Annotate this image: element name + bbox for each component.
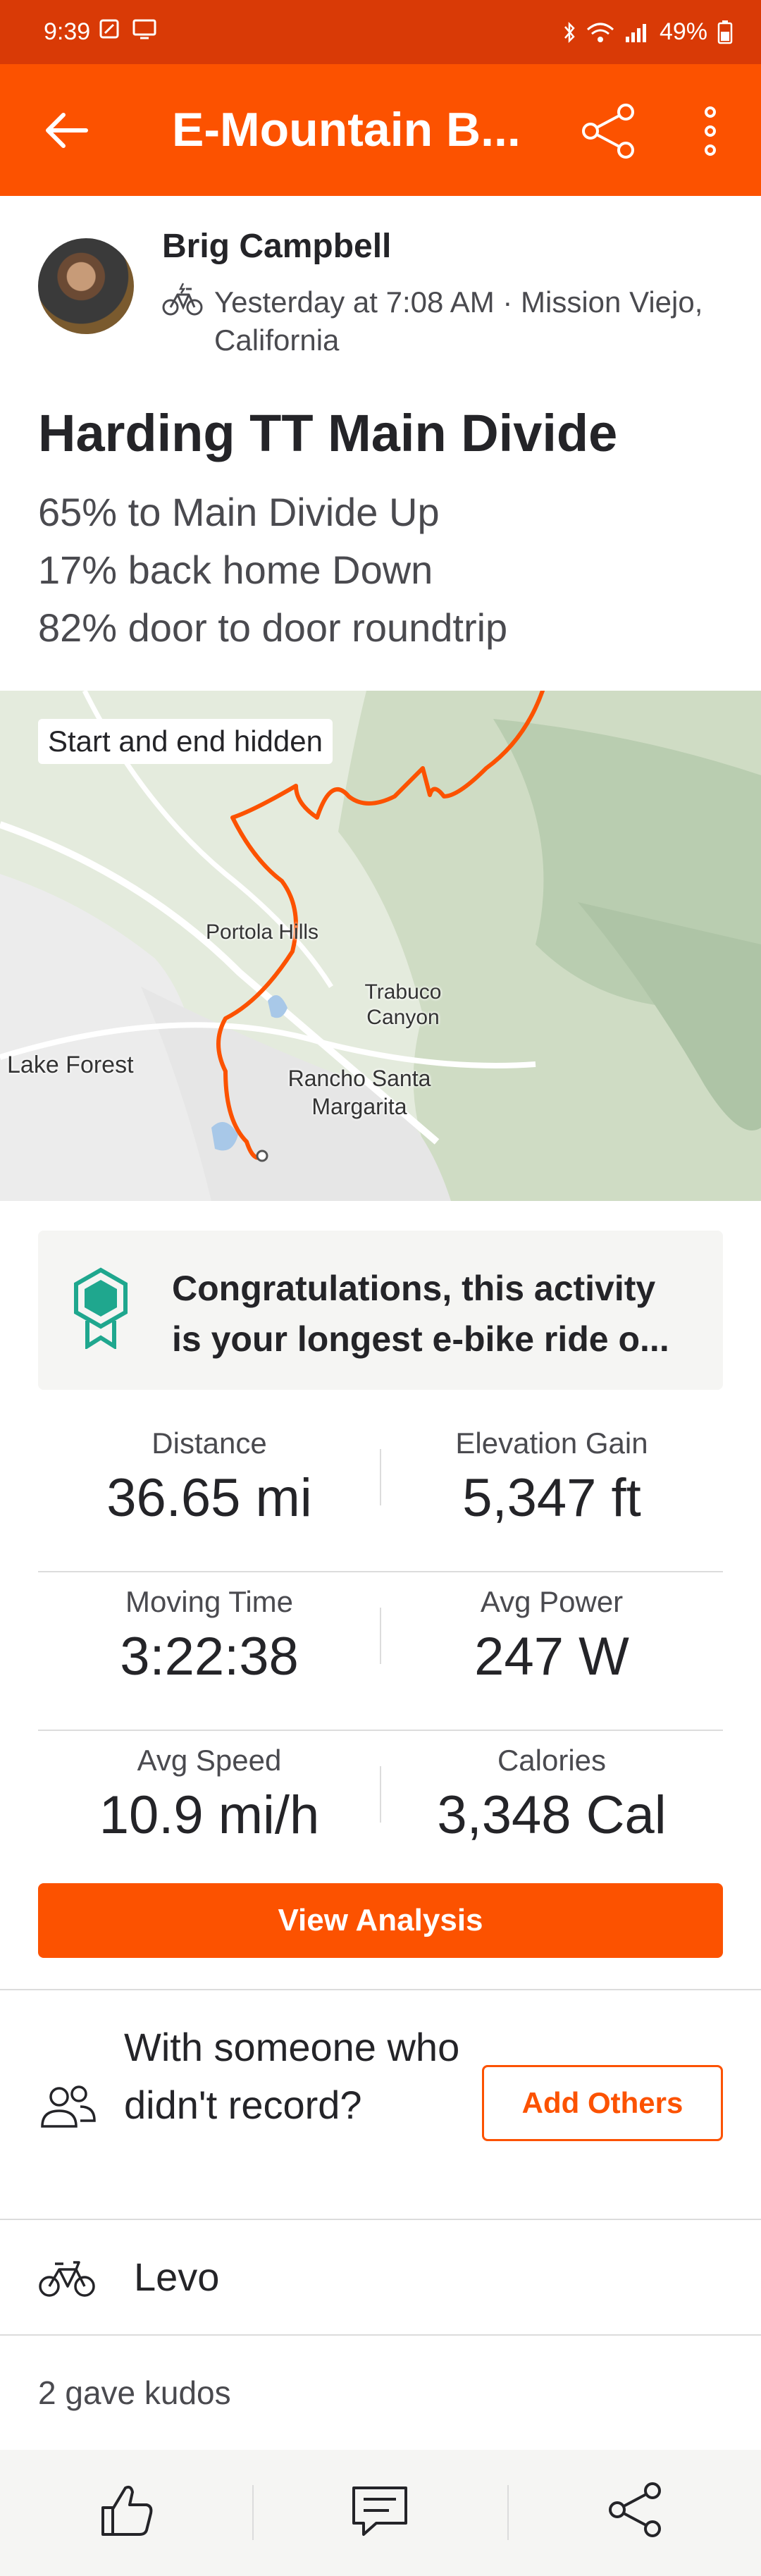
kudos-count[interactable]: 2 gave kudos <box>38 2374 231 2412</box>
avatar[interactable] <box>38 238 134 334</box>
athlete-name[interactable]: Brig Campbell <box>162 227 391 266</box>
stat-calories: Calories 3,348 Cal <box>380 1731 723 1846</box>
stat-elevation-gain: Elevation Gain 5,347 ft <box>380 1414 723 1529</box>
status-notification-icons <box>99 18 156 39</box>
stat-distance: Distance 36.65 mi <box>38 1414 380 1529</box>
signal-icon <box>625 23 646 42</box>
people-icon <box>41 2085 96 2128</box>
stat-value: 36.65 mi <box>106 1468 312 1528</box>
bluetooth-icon <box>564 21 575 43</box>
stats-grid: Distance 36.65 mi Elevation Gain 5,347 f… <box>38 1414 723 1890</box>
activity-title: Harding TT Main Divide <box>38 404 618 462</box>
map-canvas <box>0 691 761 1201</box>
map-label-lake-forest: Lake Forest <box>7 1052 134 1078</box>
stat-moving-time: Moving Time 3:22:38 <box>38 1572 380 1687</box>
stats-row: Moving Time 3:22:38 Avg Power 247 W <box>38 1572 723 1731</box>
description-line: 82% door to door roundtrip <box>38 605 508 650</box>
status-right: 49% <box>562 18 733 46</box>
bike-icon <box>39 2261 95 2297</box>
add-others-button[interactable]: Add Others <box>482 2065 723 2141</box>
stat-label: Distance <box>151 1426 267 1460</box>
achievement-line: is your longest e-bike ride o... <box>172 1319 669 1359</box>
gear-name[interactable]: Levo <box>134 2254 219 2300</box>
badge-icon <box>74 1267 128 1349</box>
description-line: 65% to Main Divide Up <box>38 490 440 534</box>
stats-row: Distance 36.65 mi Elevation Gain 5,347 f… <box>38 1414 723 1572</box>
achievement-line: Congratulations, this activity <box>172 1269 656 1308</box>
map-label-portola-hills: Portola Hills <box>206 920 319 944</box>
more-vertical-icon[interactable] <box>691 99 730 163</box>
stat-label: Calories <box>497 1744 607 1777</box>
status-time: 9:39 <box>44 18 91 45</box>
stat-label: Avg Power <box>480 1585 624 1618</box>
description-line: 17% back home Down <box>38 548 433 592</box>
divider <box>252 2485 254 2540</box>
bottom-action-bar <box>0 2450 761 2576</box>
share-icon[interactable] <box>603 2478 667 2541</box>
thumbs-up-icon[interactable] <box>94 2478 158 2541</box>
stat-value: 3,348 Cal <box>437 1785 667 1845</box>
ebike-icon <box>162 283 203 316</box>
achievement-card[interactable]: Congratulations, this activity is your l… <box>38 1231 723 1390</box>
share-icon[interactable] <box>576 99 640 163</box>
stats-row: Avg Speed 10.9 mi/h Calories 3,348 Cal <box>38 1731 723 1890</box>
wifi-icon <box>586 23 614 42</box>
page-title: E-Mountain B... <box>172 103 521 156</box>
back-arrow-icon[interactable] <box>39 104 93 157</box>
map-label-rancho: Rancho Santa Margarita <box>287 1066 431 1119</box>
view-analysis-button[interactable]: View Analysis <box>38 1883 723 1958</box>
stat-value: 3:22:38 <box>120 1627 299 1687</box>
screenshot-icon <box>99 19 119 39</box>
activity-description: 65% to Main Divide Up 17% back home Down… <box>38 483 507 657</box>
stat-value: 247 W <box>474 1627 629 1687</box>
cast-icon <box>132 19 156 39</box>
map-label-trabuco: Trabuco Canyon <box>364 980 442 1029</box>
status-bar: 9:39 49% <box>0 0 761 64</box>
map-privacy-badge: Start and end hidden <box>38 719 333 764</box>
stat-label: Elevation Gain <box>455 1426 648 1460</box>
battery-icon <box>717 20 733 44</box>
divider <box>0 1989 761 1990</box>
divider <box>507 2485 509 2540</box>
stat-avg-power: Avg Power 247 W <box>380 1572 723 1687</box>
battery-text: 49% <box>659 18 707 45</box>
with-others-prompt: With someone who didn't record? <box>124 2025 460 2127</box>
stat-value: 5,347 ft <box>462 1468 641 1528</box>
activity-time-location: Yesterday at 7:08 AM · Mission Viejo, Ca… <box>214 285 703 357</box>
stat-label: Moving Time <box>125 1585 294 1618</box>
comment-icon[interactable] <box>348 2478 412 2541</box>
route-map[interactable]: Start and end hidden Portola Hills Trabu… <box>0 691 761 1201</box>
divider <box>0 2219 761 2220</box>
divider <box>0 2334 761 2336</box>
stat-avg-speed: Avg Speed 10.9 mi/h <box>38 1731 380 1846</box>
app-bar: E-Mountain B... <box>0 64 761 196</box>
achievement-text: Congratulations, this activity is your l… <box>172 1263 693 1364</box>
stat-value: 10.9 mi/h <box>99 1785 320 1845</box>
stat-label: Avg Speed <box>137 1744 282 1777</box>
